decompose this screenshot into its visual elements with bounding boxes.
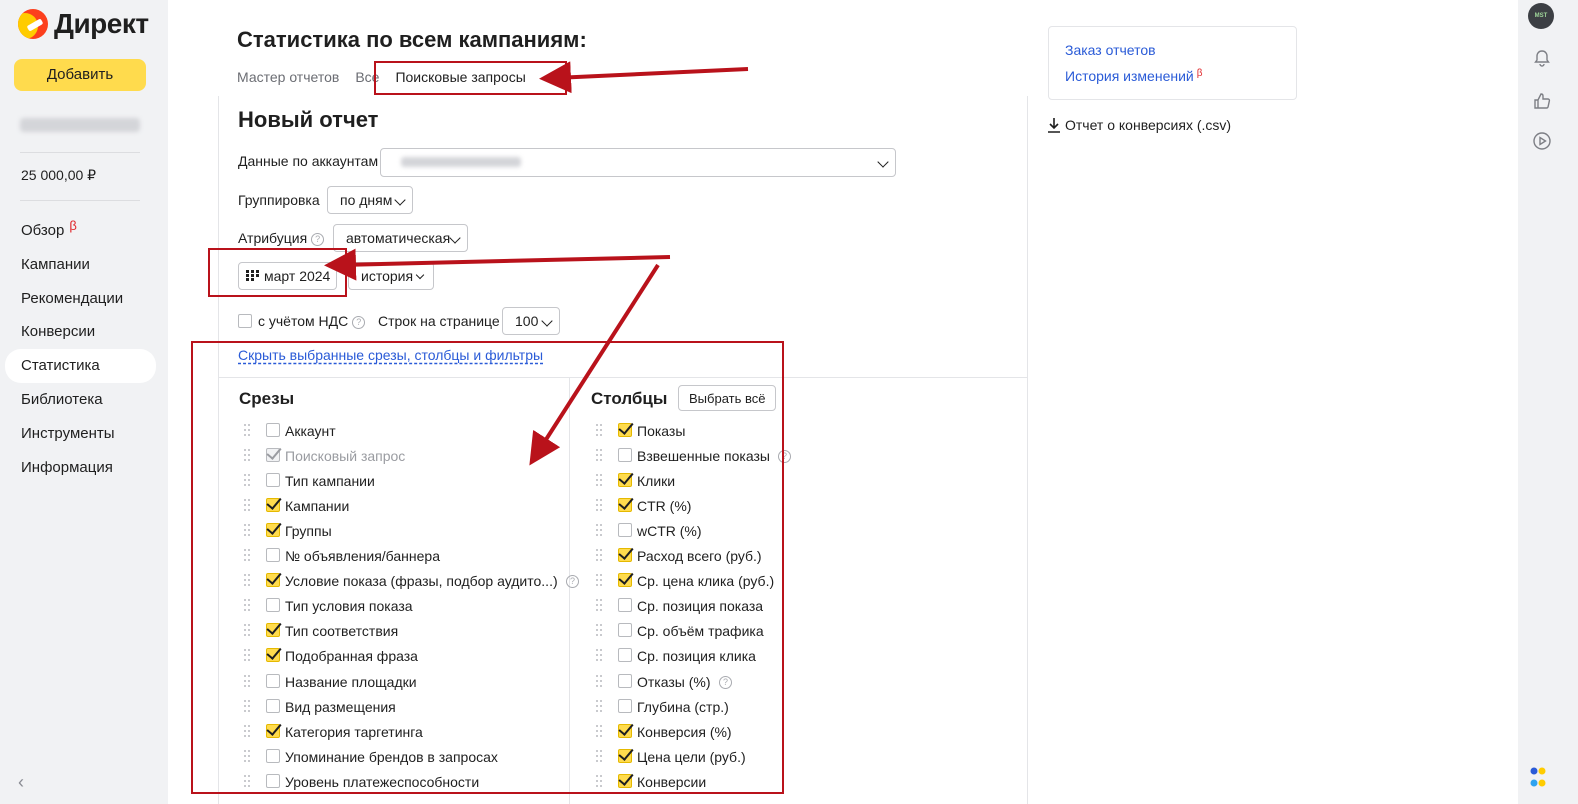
chevron-down-icon: [449, 232, 461, 244]
sidebar-item-tools[interactable]: Инструменты: [5, 417, 156, 451]
sidebar-item-statistics[interactable]: Статистика: [5, 349, 156, 383]
sidebar-item-recommendations[interactable]: Рекомендации: [5, 282, 156, 316]
beta-badge: β: [1196, 68, 1203, 79]
reports-links-box: [1048, 26, 1297, 100]
conversions-csv-link[interactable]: Отчет о конверсиях (.csv): [1047, 117, 1231, 133]
nav-label: Библиотека: [21, 390, 103, 408]
vat-label: с учётом НДС?: [258, 313, 366, 329]
nav-label: Информация: [21, 458, 113, 476]
add-button[interactable]: Добавить: [14, 59, 146, 91]
avatar[interactable]: MST: [1528, 3, 1554, 29]
attribution-label-text: Атрибуция: [238, 230, 308, 246]
order-reports-link[interactable]: Заказ отчетов: [1065, 42, 1156, 58]
sidebar-nav: Обзор β Кампании Рекомендации Конверсии С…: [5, 214, 156, 484]
nav-label: Статистика: [21, 357, 100, 375]
rows-per-page-select[interactable]: 100: [502, 307, 560, 335]
sidebar-item-campaigns[interactable]: Кампании: [5, 248, 156, 282]
chevron-down-icon: [415, 270, 425, 280]
nav-label: Кампании: [21, 255, 90, 273]
account-balance[interactable]: 25 000,00 ₽: [21, 167, 96, 184]
change-history-text: История изменений: [1065, 68, 1194, 84]
grouping-select[interactable]: по дням: [327, 186, 413, 214]
services-apps-icon[interactable]: [1530, 764, 1546, 792]
attribution-value: автоматическая: [346, 230, 451, 246]
thumbs-up-icon[interactable]: [1532, 91, 1552, 111]
history-value: история: [361, 268, 414, 284]
sidebar-item-conversions[interactable]: Конверсии: [5, 315, 156, 349]
accounts-select[interactable]: [380, 148, 896, 177]
grouping-label: Группировка: [238, 192, 320, 208]
help-icon[interactable]: ?: [311, 232, 325, 246]
rows-value: 100: [515, 313, 539, 329]
download-icon: [1048, 118, 1060, 133]
attribution-label: Атрибуция?: [238, 230, 325, 246]
help-icon[interactable]: ?: [352, 315, 366, 329]
csv-link-text: Отчет о конверсиях (.csv): [1065, 117, 1232, 133]
sidebar-item-overview[interactable]: Обзор β: [5, 214, 156, 248]
annotation-highlight-slices-columns: [191, 341, 784, 794]
annotation-highlight-period-picker: [208, 248, 347, 297]
sidebar-item-info[interactable]: Информация: [5, 451, 156, 485]
attribution-select[interactable]: автоматическая: [333, 224, 468, 252]
history-select[interactable]: история: [348, 262, 434, 290]
left-sidebar: Директ Добавить 25 000,00 ₽ Обзор β Кампа…: [0, 0, 168, 804]
sidebar-divider: [20, 152, 140, 153]
page-title: Статистика по всем кампаниям:: [237, 27, 587, 52]
rows-label: Строк на странице: [378, 313, 500, 329]
arrow-to-search-queries-tab: [539, 61, 749, 94]
grouping-value: по дням: [340, 192, 393, 208]
accounts-label: Данные по аккаунтам: [238, 153, 379, 169]
selected-account-blurred: [401, 157, 521, 167]
annotation-highlight-search-queries-tab: [374, 61, 567, 95]
tab-report-wizard[interactable]: Мастер отчетов: [237, 68, 339, 86]
logo-text: Директ: [54, 8, 149, 39]
vat-checkbox[interactable]: [238, 314, 252, 328]
chevron-down-icon: [541, 315, 553, 327]
nav-label: Конверсии: [21, 323, 96, 341]
bell-icon[interactable]: [1532, 48, 1552, 68]
chevron-down-icon: [394, 194, 406, 206]
sidebar-divider: [20, 200, 140, 201]
change-history-link[interactable]: История изменений β: [1065, 68, 1203, 84]
nav-label: Инструменты: [21, 424, 115, 442]
vat-label-text: с учётом НДС: [258, 313, 349, 329]
yandex-direct-logo-icon: [18, 9, 48, 39]
report-title: Новый отчет: [238, 107, 379, 132]
sidebar-item-library[interactable]: Библиотека: [5, 383, 156, 417]
right-rail: MST: [1518, 0, 1578, 804]
nav-label: Рекомендации: [21, 289, 124, 307]
direct-logo[interactable]: Директ: [18, 8, 149, 40]
chevron-down-icon: [877, 156, 889, 168]
account-name-blurred[interactable]: [20, 118, 140, 132]
collapse-sidebar-chevron-left-icon[interactable]: ‹: [18, 773, 30, 791]
beta-badge: β: [69, 218, 77, 233]
play-icon[interactable]: [1532, 131, 1552, 151]
nav-label: Обзор: [21, 222, 65, 239]
